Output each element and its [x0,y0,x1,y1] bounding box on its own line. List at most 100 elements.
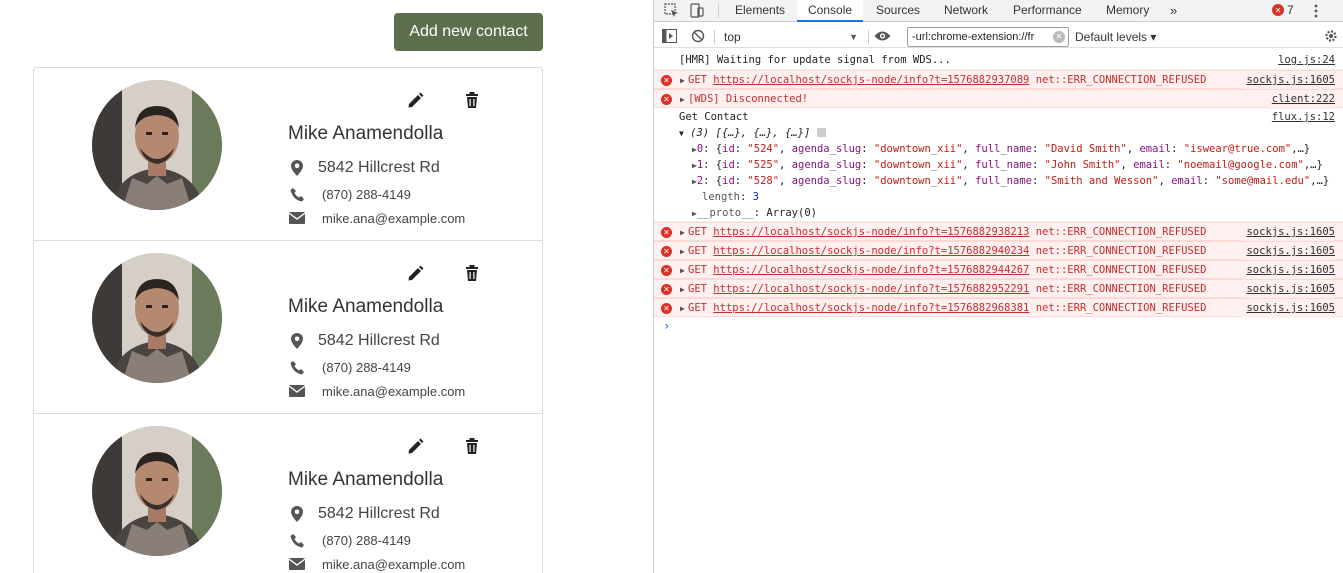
contact-address: 5842 Hillcrest Rd [288,159,440,177]
error-icon: ✕ [661,246,672,257]
phone-text: (870) 288-4149 [322,532,411,548]
pencil-icon [408,438,424,454]
devtools-menu-icon[interactable] [1314,4,1318,18]
tab-memory[interactable]: Memory [1106,0,1149,22]
context-value: top [724,30,741,44]
envelope-icon [288,382,306,400]
console-message: [HMR] Waiting for update signal from WDS… [654,51,1343,70]
sidebar-toggle-icon[interactable] [662,29,677,43]
error-count[interactable]: 7 [1287,0,1294,22]
address-text: 5842 Hillcrest Rd [318,505,440,522]
expand-triangle-icon[interactable]: ▶ [680,71,685,90]
contact-phone: (870) 288-4149 [288,185,411,203]
filter-value: -url:chrome-extension://fr [912,31,1035,43]
dropdown-caret-icon: ▼ [849,32,858,42]
edit-contact-button[interactable] [405,262,427,284]
contact-email: mike.ana@example.com [288,555,465,573]
tab-console[interactable]: Console [797,0,864,22]
device-toggle-icon[interactable] [689,3,704,18]
array-summary[interactable]: ▼ (3) [{…}, {…}, {…}] [679,125,826,142]
console-error: ✕ ▶ GET https://localhost/sockjs-node/in… [654,241,1343,261]
source-link[interactable]: sockjs.js:1605 [1242,71,1335,90]
avatar [92,80,222,210]
contact-email: mike.ana@example.com [288,382,465,400]
console-error: ✕ ▶ GET https://localhost/sockjs-node/in… [654,298,1343,318]
tab-network[interactable]: Network [944,0,988,22]
context-select[interactable]: top ▼ [724,29,858,45]
source-link[interactable]: log.js:24 [1274,51,1335,70]
inspect-element-icon[interactable] [664,3,679,18]
divider [868,30,869,44]
log-levels-dropdown[interactable]: Default levels ▾ [1075,30,1156,44]
console-prompt-icon[interactable]: › [663,319,670,333]
array-item[interactable]: ▶2: {id: "528", agenda_slug: "downtown_x… [692,173,1329,190]
source-link[interactable]: sockjs.js:1605 [1242,223,1335,242]
console-output: [HMR] Waiting for update signal from WDS… [654,51,1343,339]
phone-icon [288,358,306,376]
request-url[interactable]: https://localhost/sockjs-node/info?t=157… [713,245,1029,257]
clear-console-icon[interactable] [691,29,705,43]
console-prompt-row[interactable]: › [654,317,1343,339]
source-link[interactable]: client:222 [1267,90,1335,109]
expand-triangle-icon[interactable]: ▶ [680,261,685,280]
contact-card: Mike Anamendolla 5842 Hillcrest Rd (870)… [33,240,543,413]
edit-contact-button[interactable] [405,89,427,111]
map-marker-icon [288,505,306,523]
delete-contact-button[interactable] [461,262,483,284]
edit-contact-button[interactable] [405,435,427,457]
clear-filter-icon[interactable]: ✕ [1053,31,1065,43]
delete-contact-button[interactable] [461,89,483,111]
source-link[interactable]: sockjs.js:1605 [1242,280,1335,299]
error-text: GET https://localhost/sockjs-node/info?t… [688,245,1207,257]
devtools-tab-bar: Elements Console Sources Network Perform… [654,0,1343,22]
map-marker-icon [288,332,306,350]
request-url[interactable]: https://localhost/sockjs-node/info?t=157… [713,74,1029,86]
error-count-icon[interactable]: ✕ [1272,4,1284,16]
array-item[interactable]: ▶0: {id: "524", agenda_slug: "downtown_x… [692,141,1310,158]
console-settings-gear-icon[interactable] [1324,29,1338,43]
request-url[interactable]: https://localhost/sockjs-node/info?t=157… [713,264,1029,276]
envelope-icon [288,555,306,573]
console-filter-input[interactable]: -url:chrome-extension://fr ✕ [907,27,1069,47]
contact-address: 5842 Hillcrest Rd [288,505,440,523]
delete-contact-button[interactable] [461,435,483,457]
expand-triangle-icon[interactable]: ▶ [680,242,685,261]
avatar [92,426,222,556]
array-item[interactable]: ▶1: {id: "525", agenda_slug: "downtown_x… [692,157,1323,174]
error-icon: ✕ [661,227,672,238]
console-error: ✕ ▶ GET https://localhost/sockjs-node/in… [654,260,1343,280]
contact-email: mike.ana@example.com [288,209,465,227]
address-text: 5842 Hillcrest Rd [318,159,440,176]
source-link[interactable]: sockjs.js:1605 [1242,299,1335,318]
pencil-icon [408,92,424,108]
request-url[interactable]: https://localhost/sockjs-node/info?t=157… [713,283,1029,295]
request-url[interactable]: https://localhost/sockjs-node/info?t=157… [713,226,1029,238]
contact-phone: (870) 288-4149 [288,531,411,549]
avatar [92,253,222,383]
pencil-icon [408,265,424,281]
error-text: GET https://localhost/sockjs-node/info?t… [688,302,1207,314]
envelope-icon [288,209,306,227]
error-text: GET https://localhost/sockjs-node/info?t… [688,226,1207,238]
request-url[interactable]: https://localhost/sockjs-node/info?t=157… [713,302,1029,314]
source-link[interactable]: sockjs.js:1605 [1242,242,1335,261]
add-new-contact-button[interactable]: Add new contact [394,13,543,51]
expand-triangle-icon[interactable]: ▶ [680,90,685,109]
console-toolbar: top ▼ -url:chrome-extension://fr ✕ Defau… [654,26,1343,48]
expand-triangle-icon[interactable]: ▶ [680,299,685,318]
source-link[interactable]: sockjs.js:1605 [1242,261,1335,280]
contact-address: 5842 Hillcrest Rd [288,332,440,350]
error-icon: ✕ [661,303,672,314]
expand-triangle-icon[interactable]: ▶ [680,223,685,242]
tab-performance[interactable]: Performance [1013,0,1082,22]
source-link[interactable]: flux.js:12 [1272,109,1335,125]
more-tabs-button[interactable]: » [1170,0,1177,22]
map-marker-icon [288,159,306,177]
contact-phone: (870) 288-4149 [288,358,411,376]
live-expression-eye-icon[interactable] [874,30,891,42]
email-text: mike.ana@example.com [322,210,466,226]
array-proto[interactable]: ▶__proto__: Array(0) [692,205,817,222]
expand-triangle-icon[interactable]: ▶ [680,280,685,299]
tab-elements[interactable]: Elements [735,0,785,22]
tab-sources[interactable]: Sources [876,0,920,22]
